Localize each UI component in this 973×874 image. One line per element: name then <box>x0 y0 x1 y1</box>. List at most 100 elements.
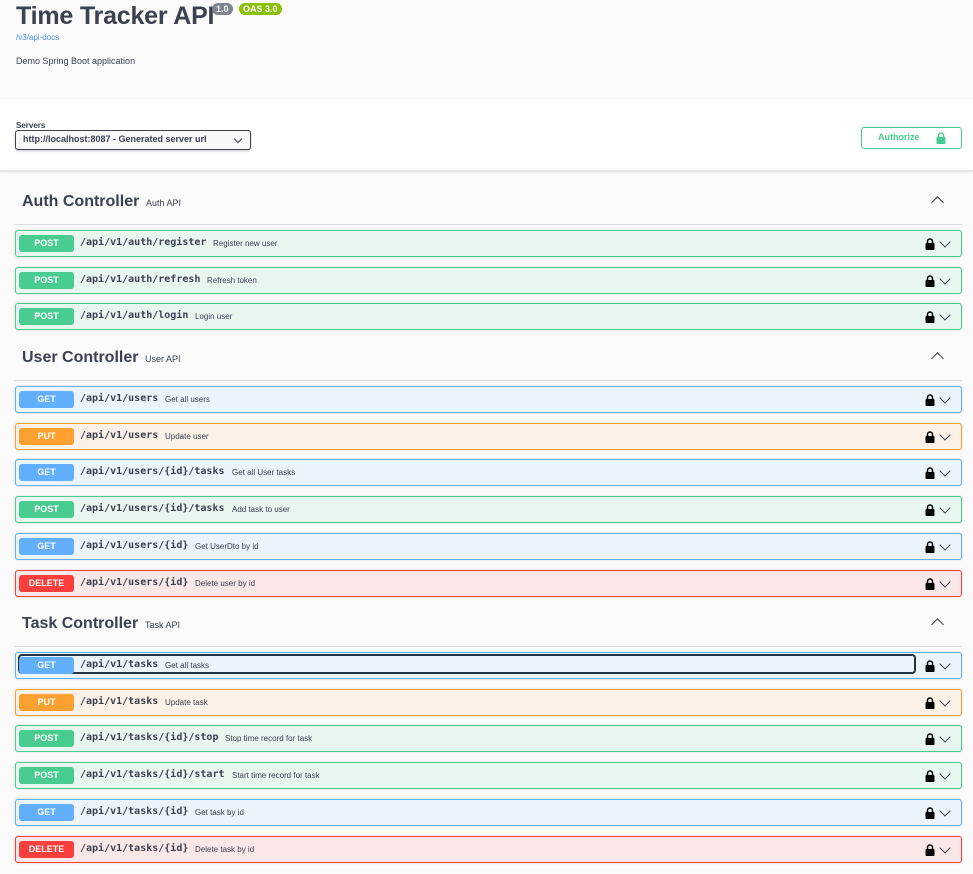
lock-icon[interactable] <box>925 310 935 328</box>
chevron-down-icon[interactable] <box>939 842 951 854</box>
operation-delete[interactable]: DELETE/api/v1/tasks/{id} Delete task by i… <box>15 836 962 863</box>
chevron-down-icon[interactable] <box>939 392 951 404</box>
controller-description: User API <box>145 354 181 364</box>
lock-icon[interactable] <box>925 466 935 484</box>
method-badge: GET <box>19 538 74 555</box>
operation-summary: Login user <box>195 312 233 321</box>
chevron-down-icon[interactable] <box>939 576 951 588</box>
lock-icon[interactable] <box>925 696 935 714</box>
operation-get[interactable]: GET/api/v1/tasks/{id} Get task by id <box>15 799 962 826</box>
method-badge: DELETE <box>19 841 74 858</box>
method-badge: POST <box>19 767 74 784</box>
operation-post[interactable]: POST/api/v1/tasks/{id}/start Start time r… <box>15 762 962 789</box>
chevron-down-icon[interactable] <box>939 236 951 248</box>
controller-description: Auth API <box>146 198 182 208</box>
operation-path: /api/v1/auth/register <box>80 237 207 248</box>
lock-icon[interactable] <box>925 393 935 411</box>
chevron-down-icon[interactable] <box>939 502 951 514</box>
controller-header[interactable]: Auth Controller Auth API <box>14 185 962 225</box>
operation-path: /api/v1/tasks <box>80 659 159 670</box>
method-badge: GET <box>19 657 74 674</box>
operation-get[interactable]: GET/api/v1/tasks Get all tasks <box>15 652 962 679</box>
operation-summary: Update user <box>165 432 209 441</box>
api-docs-link[interactable]: /v3/api-docs <box>16 33 59 42</box>
chevron-down-icon[interactable] <box>939 465 951 477</box>
servers-label: Servers <box>16 121 46 130</box>
chevron-down-icon[interactable] <box>939 731 951 743</box>
lock-icon <box>936 132 946 144</box>
operation-summary: Get all User tasks <box>232 468 296 477</box>
lock-icon[interactable] <box>925 503 935 521</box>
lock-icon[interactable] <box>925 659 935 677</box>
operation-path: /api/v1/auth/refresh <box>80 274 201 285</box>
method-badge: POST <box>19 308 74 325</box>
lock-icon[interactable] <box>925 577 935 595</box>
chevron-down-icon[interactable] <box>939 695 951 707</box>
operation-path: /api/v1/tasks/{id}/start <box>80 769 225 780</box>
controller-header[interactable]: Task Controller Task API <box>14 607 962 647</box>
operation-path: /api/v1/users <box>80 430 159 441</box>
controller-header[interactable]: User Controller User API <box>14 341 962 381</box>
operation-post[interactable]: POST/api/v1/tasks/{id}/stop Stop time rec… <box>15 725 962 752</box>
lock-icon[interactable] <box>925 540 935 558</box>
operation-summary: Update task <box>165 698 208 707</box>
operation-post[interactable]: POST/api/v1/auth/register Register new us… <box>15 230 962 257</box>
lock-icon[interactable] <box>925 806 935 824</box>
chevron-down-icon[interactable] <box>939 309 951 321</box>
operation-path: /api/v1/tasks/{id} <box>80 806 189 817</box>
operation-get[interactable]: GET/api/v1/users/{id}/tasks Get all User … <box>15 459 962 486</box>
lock-icon[interactable] <box>925 237 935 255</box>
method-badge: DELETE <box>19 575 74 592</box>
lock-icon[interactable] <box>925 769 935 787</box>
controller-description: Task API <box>145 620 181 630</box>
operation-path: /api/v1/tasks/{id} <box>80 843 189 854</box>
chevron-down-icon[interactable] <box>939 805 951 817</box>
controller-title: Auth Controller <box>22 193 140 210</box>
controller-title: User Controller <box>22 349 139 366</box>
lock-icon[interactable] <box>925 843 935 861</box>
operation-summary: Get all users <box>165 395 210 404</box>
api-description: Demo Spring Boot application <box>16 56 136 66</box>
operation-path: /api/v1/auth/login <box>80 310 189 321</box>
method-badge: GET <box>19 804 74 821</box>
method-badge: POST <box>19 235 74 252</box>
operation-path: /api/v1/users/{id}/tasks <box>80 466 225 477</box>
lock-icon[interactable] <box>925 732 935 750</box>
operation-summary: Get all tasks <box>165 661 210 670</box>
operation-path: /api/v1/tasks/{id}/stop <box>80 732 219 743</box>
chevron-down-icon[interactable] <box>939 658 951 670</box>
lock-icon[interactable] <box>925 430 935 448</box>
authorize-button[interactable]: Authorize <box>861 127 962 149</box>
operation-summary: Delete user by id <box>195 579 256 588</box>
operation-put[interactable]: PUT/api/v1/users Update user <box>15 423 962 450</box>
operation-delete[interactable]: DELETE/api/v1/users/{id} Delete user by i… <box>15 570 962 597</box>
chevron-down-icon[interactable] <box>939 768 951 780</box>
operation-summary: Get task by id <box>195 808 244 817</box>
chevron-up-icon[interactable] <box>931 196 944 209</box>
method-badge: POST <box>19 501 74 518</box>
chevron-down-icon[interactable] <box>939 539 951 551</box>
chevron-down-icon[interactable] <box>939 429 951 441</box>
operation-summary: Delete task by id <box>195 845 255 854</box>
operation-put[interactable]: PUT/api/v1/tasks Update task <box>15 689 962 716</box>
method-badge: GET <box>19 391 74 408</box>
authorize-label: Authorize <box>878 132 920 142</box>
operation-get[interactable]: GET/api/v1/users/{id} Get UserDto by id <box>15 533 962 560</box>
server-select[interactable]: http://localhost:8087 - Generated server… <box>15 130 251 150</box>
oas-badge: OAS 3.0 <box>239 3 282 15</box>
chevron-up-icon[interactable] <box>931 618 944 631</box>
operation-path: /api/v1/users/{id} <box>80 577 189 588</box>
operation-post[interactable]: POST/api/v1/auth/refresh Refresh token <box>15 267 962 294</box>
lock-icon[interactable] <box>925 274 935 292</box>
operation-summary: Refresh token <box>207 276 257 285</box>
operation-post[interactable]: POST/api/v1/users/{id}/tasks Add task to … <box>15 496 962 523</box>
api-info: Time Tracker API 1.0 OAS 3.0 /v3/api-doc… <box>0 0 973 99</box>
operation-post[interactable]: POST/api/v1/auth/login Login user <box>15 303 962 330</box>
method-badge: POST <box>19 272 74 289</box>
version-badge: 1.0 <box>212 3 233 15</box>
chevron-down-icon[interactable] <box>939 273 951 285</box>
operation-summary: Register new user <box>213 239 278 248</box>
chevron-up-icon[interactable] <box>931 352 944 365</box>
operation-get[interactable]: GET/api/v1/users Get all users <box>15 386 962 413</box>
operation-summary: Get UserDto by id <box>195 542 259 551</box>
